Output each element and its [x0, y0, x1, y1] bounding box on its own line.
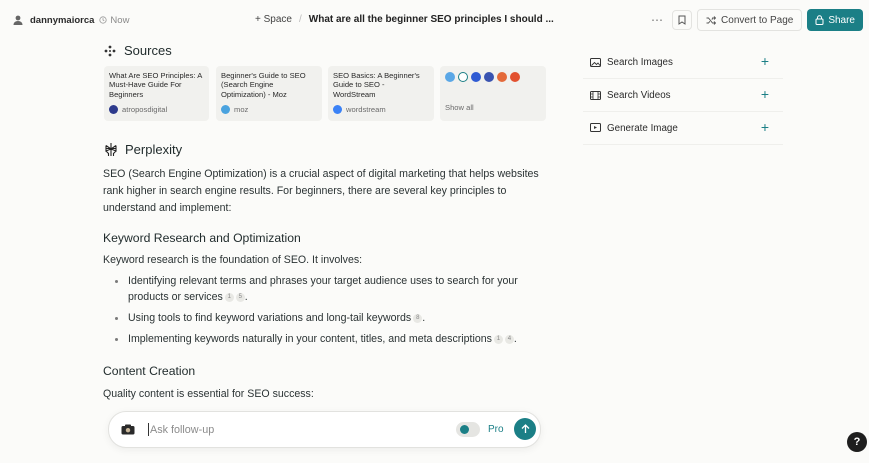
divider [583, 111, 783, 112]
generate-image-button[interactable]: Generate Image + [583, 117, 783, 139]
generate-image-label: Generate Image [607, 122, 678, 134]
convert-label: Convert to Page [721, 14, 794, 26]
list-item-text: Using tools to find keyword variations a… [128, 312, 412, 324]
answer-heading: Perplexity [104, 142, 182, 157]
generate-image-icon [590, 123, 601, 132]
section-intro: Quality content is essential for SEO suc… [103, 388, 314, 400]
breadcrumb: + Space / What are all the beginner SEO … [255, 14, 554, 25]
source-title: SEO Basics: A Beginner's Guide to SEO - … [333, 71, 420, 99]
arrow-up-icon [521, 424, 529, 433]
share-button[interactable]: Share [807, 9, 863, 31]
clock-icon [99, 16, 108, 24]
citation-badge[interactable]: 1 [493, 334, 503, 344]
source-card[interactable]: SEO Basics: A Beginner's Guide to SEO - … [328, 66, 434, 121]
section-heading: Keyword Research and Optimization [103, 231, 301, 245]
source-domain: moz [234, 105, 249, 114]
show-all-sources-card[interactable]: Show all [440, 66, 546, 121]
sources-heading-text: Sources [124, 43, 172, 58]
pro-label: Pro [488, 424, 504, 435]
keyword-bullet-list: Identifying relevant terms and phrases y… [113, 273, 548, 352]
favicon-icon [445, 72, 455, 82]
list-item-text: Implementing keywords naturally in your … [128, 333, 492, 345]
list-item: Identifying relevant terms and phrases y… [113, 273, 548, 305]
section-intro: Keyword research is the foundation of SE… [103, 254, 363, 266]
perplexity-logo-icon [105, 143, 117, 156]
username: dannymaiorca [30, 14, 95, 26]
divider [583, 144, 783, 145]
search-videos-label: Search Videos [607, 89, 671, 101]
favicon-icon [484, 72, 494, 82]
add-space-link[interactable]: + Space [255, 14, 292, 25]
favicon-icon [458, 72, 468, 82]
source-domain: atroposdigital [122, 105, 168, 114]
favicon-icon [471, 72, 481, 82]
sources-icon [104, 45, 116, 56]
favicon-icon [510, 72, 520, 82]
attach-image-icon[interactable] [121, 424, 135, 435]
citation-badge[interactable]: 1 [224, 292, 234, 302]
add-icon: + [760, 53, 769, 69]
citation-badge[interactable]: 8 [413, 313, 423, 323]
answer-heading-text: Perplexity [125, 142, 183, 157]
pro-toggle[interactable] [456, 422, 480, 437]
timestamp-text: Now [110, 14, 130, 26]
list-item-text: Identifying relevant terms and phrases y… [128, 275, 518, 303]
source-card[interactable]: Beginner's Guide to SEO (Search Engine O… [216, 66, 322, 121]
share-label: Share [828, 14, 855, 26]
follow-up-input[interactable]: Ask follow-up [150, 424, 214, 436]
user-info[interactable]: dannymaiorca Now [12, 14, 129, 26]
answer-intro: SEO (Search Engine Optimization) is a cr… [103, 168, 539, 214]
text-cursor [148, 423, 149, 436]
source-favicons [445, 72, 541, 82]
top-bar: dannymaiorca Now + Space / What are all … [0, 0, 869, 40]
search-videos-button[interactable]: Search Videos + [583, 84, 783, 106]
bookmark-button[interactable] [672, 10, 693, 30]
image-icon [590, 57, 601, 67]
more-options-button[interactable]: ⋯ [646, 13, 668, 27]
source-card[interactable]: What Are SEO Principles: A Must-Have Gui… [104, 66, 209, 121]
sources-heading: Sources [104, 43, 172, 58]
shuffle-icon [706, 15, 717, 25]
help-button[interactable]: ? [847, 432, 867, 452]
list-item: Implementing keywords naturally in your … [113, 331, 548, 347]
citation-badge[interactable]: 5 [235, 292, 245, 302]
convert-to-page-button[interactable]: Convert to Page [697, 9, 803, 31]
add-icon: + [760, 119, 769, 135]
breadcrumb-separator: / [298, 14, 302, 25]
moz-favicon-icon [221, 105, 230, 115]
video-icon [590, 90, 601, 100]
list-item: Using tools to find keyword variations a… [113, 310, 548, 326]
atroposdigital-favicon-icon [109, 105, 118, 115]
search-images-label: Search Images [607, 56, 673, 68]
header-actions: ⋯ Convert to Page Share [646, 9, 863, 31]
wordstream-favicon-icon [333, 105, 342, 115]
add-icon: + [760, 86, 769, 102]
section-heading: Content Creation [103, 364, 196, 378]
favicon-icon [497, 72, 507, 82]
source-title: What Are SEO Principles: A Must-Have Gui… [109, 71, 202, 99]
bookmark-icon [678, 15, 686, 25]
divider [583, 78, 783, 79]
citation-badge[interactable]: 4 [504, 334, 514, 344]
lock-icon [815, 15, 824, 25]
user-icon [13, 15, 23, 25]
source-title: Beginner's Guide to SEO (Search Engine O… [221, 71, 306, 99]
search-images-button[interactable]: Search Images + [583, 51, 783, 73]
source-domain: wordstream [346, 105, 386, 114]
submit-button[interactable] [514, 418, 536, 440]
thread-title[interactable]: What are all the beginner SEO principles… [309, 14, 554, 25]
show-all-label: Show all [445, 103, 474, 112]
toggle-knob [460, 425, 469, 434]
timestamp: Now [99, 15, 129, 26]
follow-up-bar: Ask follow-up Pro [108, 411, 541, 448]
